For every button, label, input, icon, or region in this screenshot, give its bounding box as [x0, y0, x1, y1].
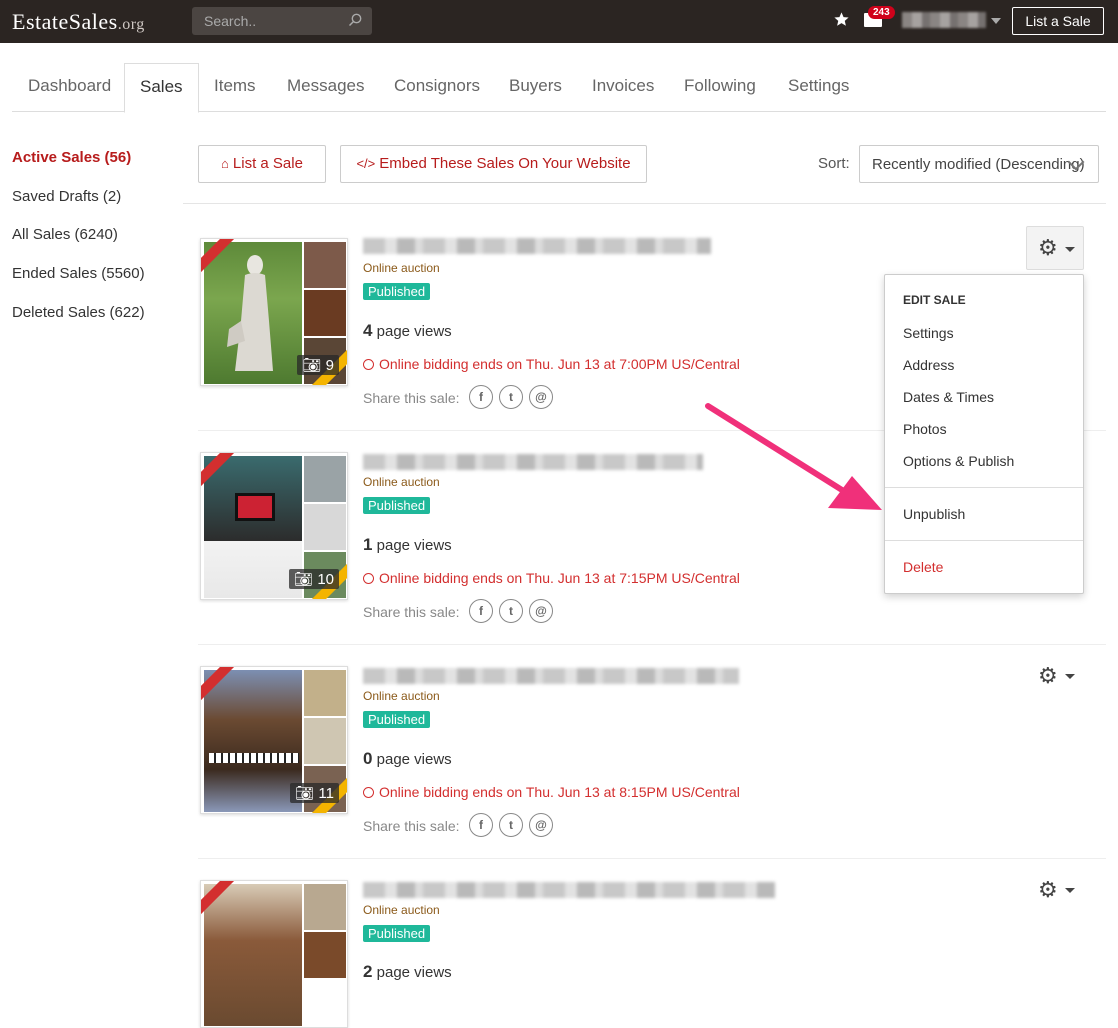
- share-label: Share this sale:: [363, 390, 460, 406]
- chevron-down-icon: [1065, 247, 1075, 252]
- menu-item-photos[interactable]: Photos: [903, 421, 947, 437]
- sort-select[interactable]: Recently modified (Descending): [859, 145, 1099, 183]
- camera-icon: 📷︎: [302, 357, 322, 374]
- statue-image: [227, 255, 273, 371]
- sidebar-item-deleted-sales[interactable]: Deleted Sales (622): [12, 304, 145, 321]
- sale-settings-button[interactable]: ⚙: [1026, 226, 1084, 270]
- piano-keys: [209, 753, 299, 763]
- menu-item-delete[interactable]: Delete: [903, 559, 943, 575]
- tab-consignors[interactable]: Consignors: [394, 63, 480, 112]
- sort-label: Sort:: [818, 155, 850, 172]
- twitter-icon[interactable]: t: [499, 813, 523, 837]
- tab-settings[interactable]: Settings: [788, 63, 849, 112]
- code-icon: </>: [356, 156, 376, 171]
- page-views: 1 page views: [363, 535, 452, 554]
- sale-title[interactable]: [363, 668, 739, 684]
- sale-type: Online auction: [363, 261, 440, 275]
- menu-divider: [885, 540, 1083, 541]
- camera-icon: 📷︎: [295, 785, 315, 802]
- menu-item-settings[interactable]: Settings: [903, 325, 954, 341]
- tab-sales[interactable]: Sales: [124, 63, 199, 113]
- tab-items[interactable]: Items: [214, 63, 256, 112]
- sidebar-item-all-sales[interactable]: All Sales (6240): [12, 226, 118, 243]
- tv-image: [235, 493, 275, 521]
- menu-item-address[interactable]: Address: [903, 357, 954, 373]
- sale-title[interactable]: [363, 238, 711, 254]
- sale-title[interactable]: [363, 454, 703, 470]
- bidding-end: Online bidding ends on Thu. Jun 13 at 8:…: [363, 784, 740, 800]
- chevron-down-icon[interactable]: [991, 18, 1001, 24]
- tag-icon: ⌂: [221, 156, 229, 171]
- menu-item-unpublish[interactable]: Unpublish: [903, 506, 965, 522]
- sidebar-item-saved-drafts[interactable]: Saved Drafts (2): [12, 188, 121, 205]
- sale-thumbnail[interactable]: 📷︎ 9: [200, 238, 348, 386]
- bidding-end: Online bidding ends on Thu. Jun 13 at 7:…: [363, 570, 740, 586]
- star-icon[interactable]: [833, 11, 850, 28]
- photo-count: 📷︎ 9: [297, 355, 339, 375]
- edit-sale-menu: EDIT SALE Settings Address Dates & Times…: [884, 274, 1084, 594]
- list-sale-top-button[interactable]: List a Sale: [1012, 7, 1104, 35]
- gear-icon[interactable]: ⚙: [1038, 663, 1058, 689]
- site-logo[interactable]: EstateSales.org: [12, 9, 145, 35]
- twitter-icon[interactable]: t: [499, 385, 523, 409]
- clock-icon: [363, 573, 374, 584]
- gear-icon[interactable]: ⚙: [1038, 877, 1058, 903]
- facebook-icon[interactable]: f: [469, 813, 493, 837]
- main-tabs: Dashboard Sales Items Messages Consignor…: [12, 63, 1106, 113]
- menu-header: EDIT SALE: [903, 293, 966, 307]
- page-views: 2 page views: [363, 962, 452, 981]
- status-badge: Published: [363, 711, 431, 728]
- sale-title[interactable]: [363, 882, 775, 898]
- embed-sales-button[interactable]: </> Embed These Sales On Your Website: [340, 145, 647, 183]
- sale-type: Online auction: [363, 903, 440, 917]
- divider: [183, 203, 1106, 204]
- camera-icon: 📷︎: [294, 571, 314, 588]
- facebook-icon[interactable]: f: [469, 599, 493, 623]
- top-navbar: EstateSales.org Search.. 243 List a Sale: [0, 0, 1118, 43]
- page-views: 4 page views: [363, 321, 452, 340]
- sidebar-item-active-sales[interactable]: Active Sales (56): [12, 149, 131, 166]
- email-share-icon[interactable]: @: [529, 813, 553, 837]
- search-icon[interactable]: [348, 13, 362, 27]
- tab-dashboard[interactable]: Dashboard: [28, 63, 111, 112]
- gear-icon: ⚙: [1038, 235, 1058, 260]
- menu-item-options-publish[interactable]: Options & Publish: [903, 453, 1014, 469]
- tab-invoices[interactable]: Invoices: [592, 63, 654, 112]
- photo-count: 📷︎ 11: [290, 783, 339, 803]
- twitter-icon[interactable]: t: [499, 599, 523, 623]
- email-share-icon[interactable]: @: [529, 385, 553, 409]
- clock-icon: [363, 787, 374, 798]
- sale-thumbnail[interactable]: 📷︎ 10: [200, 452, 348, 600]
- clock-icon: [363, 359, 374, 370]
- tab-messages[interactable]: Messages: [287, 63, 364, 112]
- photo-count: 📷︎ 10: [289, 569, 339, 589]
- share-label: Share this sale:: [363, 604, 460, 620]
- mail-count-badge: 243: [868, 6, 895, 19]
- sale-thumbnail[interactable]: [200, 880, 348, 1028]
- chevron-down-icon[interactable]: [1065, 674, 1075, 679]
- search-input[interactable]: Search..: [192, 7, 372, 35]
- menu-divider: [885, 487, 1083, 488]
- sale-type: Online auction: [363, 475, 440, 489]
- menu-item-dates-times[interactable]: Dates & Times: [903, 389, 994, 405]
- facebook-icon[interactable]: f: [469, 385, 493, 409]
- sale-type: Online auction: [363, 689, 440, 703]
- tab-following[interactable]: Following: [684, 63, 756, 112]
- list-sale-button[interactable]: ⌂ List a Sale: [198, 145, 326, 183]
- share-label: Share this sale:: [363, 818, 460, 834]
- status-badge: Published: [363, 283, 431, 300]
- tab-buyers[interactable]: Buyers: [509, 63, 562, 112]
- page-views: 0 page views: [363, 749, 452, 768]
- card-divider: [198, 644, 1106, 645]
- status-badge: Published: [363, 925, 431, 942]
- email-share-icon[interactable]: @: [529, 599, 553, 623]
- status-badge: Published: [363, 497, 431, 514]
- bidding-end: Online bidding ends on Thu. Jun 13 at 7:…: [363, 356, 740, 372]
- user-menu[interactable]: [902, 12, 986, 28]
- chevron-down-icon[interactable]: [1065, 888, 1075, 893]
- annotation-arrow: [705, 403, 882, 510]
- sidebar-item-ended-sales[interactable]: Ended Sales (5560): [12, 265, 145, 282]
- card-divider: [198, 858, 1106, 859]
- sale-thumbnail[interactable]: 📷︎ 11: [200, 666, 348, 814]
